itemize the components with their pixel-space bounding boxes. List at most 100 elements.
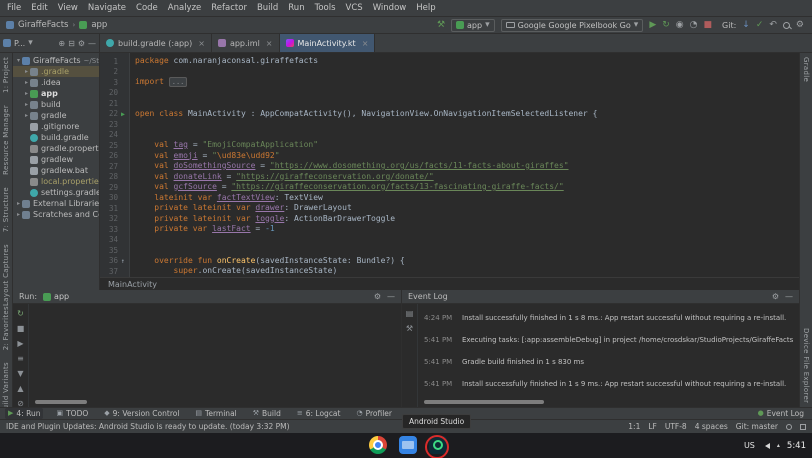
hide-panel-icon[interactable]: — bbox=[88, 39, 96, 48]
run-button[interactable]: ▶ bbox=[649, 21, 656, 30]
code-line-23[interactable] bbox=[135, 119, 799, 130]
tab-build-gradle-app[interactable]: build.gradle (:app)× bbox=[100, 34, 212, 52]
code-line-26[interactable]: val emoji = "\ud83e\udd92" bbox=[135, 151, 799, 162]
volume-icon[interactable] bbox=[762, 443, 770, 449]
tool-button-1-project[interactable]: 1: Project bbox=[2, 57, 10, 93]
status-4-spaces[interactable]: 4 spaces bbox=[695, 422, 728, 431]
tab-mainactivity-kt[interactable]: MainActivity.kt× bbox=[280, 34, 376, 52]
tool-tab-terminal[interactable]: ▤Terminal bbox=[192, 408, 239, 419]
tool-tab-todo[interactable]: ▣TODO bbox=[53, 408, 91, 419]
keyboard-layout[interactable]: US bbox=[744, 441, 755, 450]
notifications-icon[interactable] bbox=[786, 424, 792, 430]
tree-item-gitignore[interactable]: .gitignore bbox=[13, 121, 99, 132]
menu-build[interactable]: Build bbox=[252, 3, 283, 13]
status-git-master[interactable]: Git: master bbox=[736, 422, 778, 431]
tree-item-settings-gradle[interactable]: settings.gradle bbox=[13, 187, 99, 198]
gear-icon[interactable]: ⚙ bbox=[772, 292, 779, 301]
hide-panel-icon[interactable]: — bbox=[785, 292, 793, 301]
search-icon[interactable] bbox=[783, 22, 790, 29]
menu-file[interactable]: File bbox=[2, 3, 26, 13]
code-line-2[interactable] bbox=[135, 67, 799, 78]
tree-item-build[interactable]: ▸build bbox=[13, 99, 99, 110]
tree-item-idea[interactable]: ▸.idea bbox=[13, 77, 99, 88]
menu-help[interactable]: Help bbox=[411, 3, 440, 13]
gear-icon[interactable]: ⚙ bbox=[374, 292, 381, 301]
menu-edit[interactable]: Edit bbox=[26, 3, 52, 13]
code-line-36[interactable]: override fun onCreate(savedInstanceState… bbox=[135, 256, 799, 267]
stop-button[interactable]: ■ bbox=[704, 21, 713, 30]
close-icon[interactable]: × bbox=[266, 39, 273, 48]
menu-view[interactable]: View bbox=[53, 3, 83, 13]
code-area[interactable]: package com.naranjaconsal.giraffefacts i… bbox=[130, 53, 799, 277]
restart-icon[interactable]: ▶ bbox=[17, 339, 23, 348]
checklist-icon[interactable]: ▤ bbox=[406, 309, 414, 318]
clear-icon[interactable]: ⊘ bbox=[17, 399, 24, 407]
tool-button-gradle[interactable]: Gradle bbox=[802, 57, 810, 82]
rerun-icon[interactable]: ↻ bbox=[17, 309, 24, 318]
debug-button[interactable]: ◉ bbox=[676, 21, 684, 30]
tab-app-iml[interactable]: app.iml× bbox=[212, 34, 280, 52]
code-line-1[interactable]: package com.naranjaconsal.giraffefacts bbox=[135, 56, 799, 67]
chrome-icon[interactable] bbox=[369, 436, 387, 454]
tree-item-gradle[interactable]: ▸.gradle bbox=[13, 66, 99, 77]
git-rollback-button[interactable]: ↶ bbox=[769, 21, 777, 30]
wrench-icon[interactable]: ⚒ bbox=[406, 324, 413, 333]
code-line-24[interactable] bbox=[135, 130, 799, 141]
profile-button[interactable]: ◔ bbox=[690, 21, 698, 30]
tool-button-device-file-explorer[interactable]: Device File Explorer bbox=[802, 328, 810, 403]
tree-item-gradlew-bat[interactable]: gradlew.bat bbox=[13, 165, 99, 176]
menu-refactor[interactable]: Refactor bbox=[206, 3, 252, 13]
code-line-37[interactable]: super.onCreate(savedInstanceState) bbox=[135, 266, 799, 277]
code-line-31[interactable]: private lateinit var drawer: DrawerLayou… bbox=[135, 203, 799, 214]
collapse-all-icon[interactable]: ⊟ bbox=[68, 39, 75, 48]
gear-icon[interactable]: ⚙ bbox=[78, 39, 85, 48]
hide-panel-icon[interactable]: — bbox=[387, 292, 395, 301]
code-line-28[interactable]: val donateLink = "https://giraffeconserv… bbox=[135, 172, 799, 183]
code-line-3[interactable]: import ... bbox=[135, 77, 799, 88]
status-utf-8[interactable]: UTF-8 bbox=[665, 422, 687, 431]
status-lf[interactable]: LF bbox=[648, 422, 657, 431]
tool-button-7-structure[interactable]: 7: Structure bbox=[2, 187, 10, 232]
override-gutter-icon[interactable]: ↑ bbox=[118, 256, 128, 267]
code-line-32[interactable]: private lateinit var toggle: ActionBarDr… bbox=[135, 214, 799, 225]
menu-vcs[interactable]: VCS bbox=[341, 3, 368, 13]
code-line-35[interactable] bbox=[135, 245, 799, 256]
close-icon[interactable]: × bbox=[362, 39, 369, 48]
tool-tab-9-version-control[interactable]: ◆9: Version Control bbox=[101, 408, 182, 419]
breadcrumb-project[interactable]: GiraffeFacts bbox=[18, 20, 69, 30]
tree-item-external-libraries[interactable]: ▸External Libraries bbox=[13, 198, 99, 209]
tray-up-icon[interactable]: ▴ bbox=[777, 442, 780, 449]
tree-item-build-gradle[interactable]: build.gradle bbox=[13, 132, 99, 143]
code-line-20[interactable] bbox=[135, 88, 799, 99]
code-line-29[interactable]: val gcfSource = "https://giraffeconserva… bbox=[135, 182, 799, 193]
menu-code[interactable]: Code bbox=[131, 3, 163, 13]
tool-tab-event-log[interactable]: ●Event Log bbox=[755, 408, 807, 419]
run-scrollbar[interactable] bbox=[35, 400, 87, 404]
apply-changes-button[interactable]: ↻ bbox=[662, 21, 670, 30]
tool-tab-6-logcat[interactable]: ≡6: Logcat bbox=[294, 408, 344, 419]
git-commit-button[interactable]: ✓ bbox=[756, 21, 764, 30]
tree-item-app[interactable]: ▸app bbox=[13, 88, 99, 99]
code-line-34[interactable] bbox=[135, 235, 799, 246]
tool-button-layout-captures[interactable]: Layout Captures bbox=[2, 244, 10, 306]
scroll-up-icon[interactable]: ▲ bbox=[17, 384, 23, 393]
code-line-33[interactable]: private var lastFact = -1 bbox=[135, 224, 799, 235]
gear-icon[interactable]: ⚙ bbox=[796, 21, 804, 30]
tool-tab-build[interactable]: ⚒Build bbox=[250, 408, 284, 419]
locate-file-icon[interactable]: ⊕ bbox=[58, 39, 65, 48]
tool-tab-profiler[interactable]: ◔Profiler bbox=[353, 408, 395, 419]
tree-item-gradle[interactable]: ▸gradle bbox=[13, 110, 99, 121]
git-update-button[interactable]: ↓ bbox=[742, 21, 750, 30]
scroll-down-icon[interactable]: ▼ bbox=[17, 369, 23, 378]
menu-run[interactable]: Run bbox=[283, 3, 309, 13]
status-1-1[interactable]: 1:1 bbox=[628, 422, 640, 431]
run-tab-app[interactable]: app bbox=[43, 292, 69, 301]
project-panel-title[interactable]: P... bbox=[14, 39, 25, 48]
device-select[interactable]: Google Google Pixelbook Go ▾ bbox=[501, 19, 644, 32]
run-console[interactable]: ↻ ■ ▶ ≡ ▼ ▲ ⊘ bbox=[13, 304, 401, 407]
tree-item-local-properties[interactable]: local.properties bbox=[13, 176, 99, 187]
tree-item-gradlew[interactable]: gradlew bbox=[13, 154, 99, 165]
code-line-22[interactable]: open class MainActivity : AppCompatActiv… bbox=[135, 109, 799, 120]
tool-tab-4-run[interactable]: ▶4: Run bbox=[5, 408, 43, 419]
tree-item-giraffefacts[interactable]: ▾GiraffeFacts~/StudioProjects/GiraffeFac… bbox=[13, 55, 99, 66]
